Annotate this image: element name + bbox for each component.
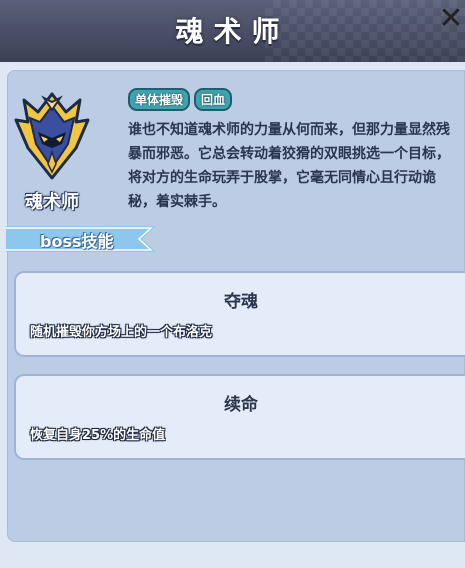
boss-tags: 单体摧毁 回血 bbox=[128, 88, 233, 111]
helmet-icon bbox=[14, 92, 90, 180]
skill-name: 夺魂 bbox=[224, 292, 258, 312]
boss-name: 魂术师 bbox=[25, 192, 79, 213]
tag-single-destroy: 单体摧毁 bbox=[128, 88, 191, 111]
boss-description: 谁也不知道魂术师的力量从何而来，但那力量显然残暴而邪恶。它总会转动着狡猾的双眼挑… bbox=[128, 122, 450, 210]
skill-card: 夺魂 随机摧毁你方场上的一个布洛克 bbox=[14, 271, 465, 357]
close-icon[interactable]: ✕ bbox=[437, 4, 465, 34]
skill-card: 续命 恢复自身25%的生命值 bbox=[14, 374, 465, 460]
section-label: boss技能 bbox=[40, 232, 114, 251]
skill-effect: 随机摧毁你方场上的一个布洛克 bbox=[30, 325, 213, 340]
section-tab-boss-skills: boss技能 bbox=[6, 226, 156, 252]
skill-effect: 恢复自身25%的生命值 bbox=[30, 428, 166, 443]
page-title: 魂术师 bbox=[175, 15, 290, 48]
tag-heal: 回血 bbox=[194, 88, 233, 111]
boss-portrait bbox=[14, 92, 90, 180]
title-bar: 魂术师 ✕ bbox=[0, 0, 465, 62]
skill-name: 续命 bbox=[224, 395, 258, 415]
